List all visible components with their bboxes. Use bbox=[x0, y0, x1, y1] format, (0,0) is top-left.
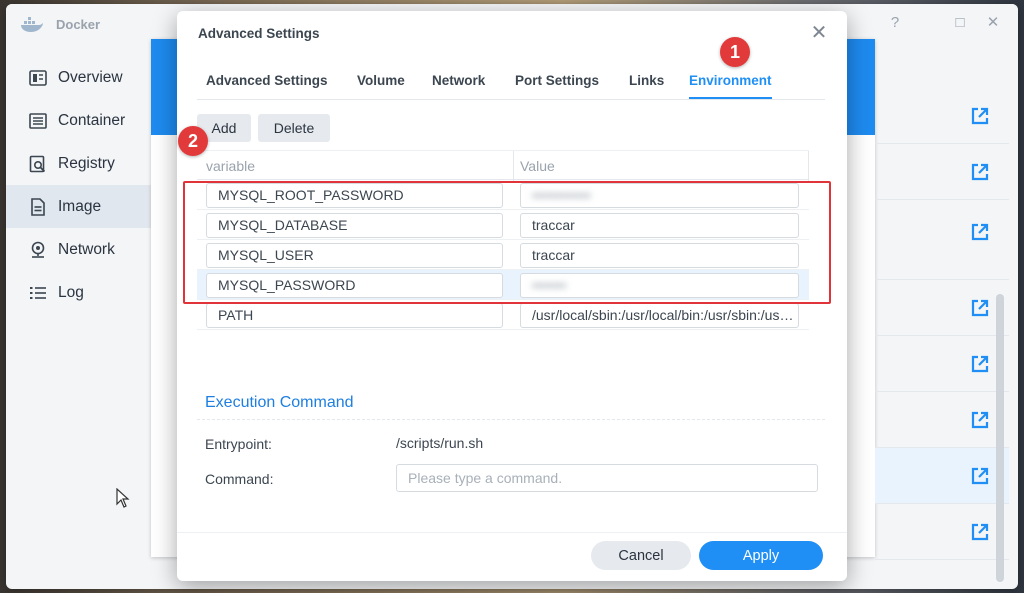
image-icon bbox=[28, 197, 48, 217]
sidebar-item-registry[interactable]: Registry bbox=[6, 142, 156, 185]
sidebar-item-label: Registry bbox=[58, 154, 115, 172]
help-icon[interactable]: ? bbox=[886, 14, 904, 32]
close-window-icon[interactable]: ✕ bbox=[984, 14, 1002, 32]
command-label: Command: bbox=[205, 471, 274, 487]
column-divider bbox=[513, 151, 514, 181]
step-badge-2: 2 bbox=[178, 126, 208, 156]
external-link-icon[interactable] bbox=[970, 106, 990, 126]
sidebar-item-label: Image bbox=[58, 197, 102, 215]
maximize-icon[interactable]: □ bbox=[951, 14, 969, 32]
apply-button[interactable]: Apply bbox=[699, 541, 823, 570]
column-divider bbox=[808, 151, 809, 181]
list-item[interactable] bbox=[875, 336, 1009, 392]
variable-field[interactable]: MYSQL_DATABASE bbox=[206, 213, 503, 238]
variable-field[interactable]: MYSQL_PASSWORD bbox=[206, 273, 503, 298]
app-title: Docker bbox=[56, 17, 101, 32]
background-scrollbar[interactable] bbox=[996, 294, 1004, 582]
value-field[interactable]: •••••••••••• bbox=[520, 183, 799, 208]
section-divider bbox=[197, 419, 825, 420]
table-row[interactable]: MYSQL_PASSWORD ••••••• bbox=[197, 270, 809, 300]
sidebar-item-image[interactable]: Image bbox=[6, 185, 156, 228]
command-input[interactable] bbox=[396, 464, 818, 492]
sidebar: Overview Container Registry Image Networ… bbox=[6, 56, 156, 314]
tab-network[interactable]: Network bbox=[432, 73, 485, 88]
blurred-value: ••••••• bbox=[532, 277, 567, 293]
list-item[interactable] bbox=[875, 448, 1009, 504]
environment-table: variable Value MYSQL_ROOT_PASSWORD •••••… bbox=[197, 150, 809, 330]
sidebar-item-label: Log bbox=[58, 283, 84, 301]
close-icon[interactable]: ✕ bbox=[809, 23, 829, 43]
external-link-icon[interactable] bbox=[970, 354, 990, 374]
network-icon bbox=[28, 240, 48, 260]
cancel-button[interactable]: Cancel bbox=[591, 541, 691, 570]
value-field[interactable]: /usr/local/sbin:/usr/local/bin:/usr/sbin… bbox=[520, 303, 799, 328]
tab-volume[interactable]: Volume bbox=[357, 73, 405, 88]
step-badge-1: 1 bbox=[720, 37, 750, 67]
tab-bar: Advanced Settings Volume Network Port Se… bbox=[197, 70, 825, 100]
footer-divider bbox=[177, 532, 847, 533]
value-field[interactable]: traccar bbox=[520, 213, 799, 238]
table-header: variable Value bbox=[197, 150, 809, 181]
variable-field[interactable]: PATH bbox=[206, 303, 503, 328]
variable-field[interactable]: MYSQL_USER bbox=[206, 243, 503, 268]
variable-field[interactable]: MYSQL_ROOT_PASSWORD bbox=[206, 183, 503, 208]
advanced-settings-dialog: Advanced Settings ✕ Advanced Settings Vo… bbox=[177, 11, 847, 581]
mouse-cursor-icon bbox=[116, 488, 130, 508]
sidebar-item-network[interactable]: Network bbox=[6, 228, 156, 271]
tab-port-settings[interactable]: Port Settings bbox=[515, 73, 599, 88]
overview-icon bbox=[28, 68, 48, 88]
delete-button[interactable]: Delete bbox=[258, 114, 330, 142]
sidebar-item-overview[interactable]: Overview bbox=[6, 56, 156, 99]
list-item[interactable] bbox=[875, 88, 1009, 144]
entrypoint-label: Entrypoint: bbox=[205, 436, 272, 452]
tab-advanced-settings[interactable]: Advanced Settings bbox=[206, 73, 328, 88]
external-link-icon[interactable] bbox=[970, 522, 990, 542]
external-link-icon[interactable] bbox=[970, 298, 990, 318]
docker-whale-icon bbox=[21, 17, 43, 32]
list-item[interactable] bbox=[875, 144, 1009, 200]
column-header-variable[interactable]: variable bbox=[206, 158, 255, 174]
list-item[interactable] bbox=[875, 200, 1009, 280]
list-item[interactable] bbox=[875, 392, 1009, 448]
execution-command-heading: Execution Command bbox=[205, 394, 354, 411]
external-link-icon[interactable] bbox=[970, 222, 990, 242]
registry-icon bbox=[28, 154, 48, 174]
sidebar-item-log[interactable]: Log bbox=[6, 271, 156, 314]
blurred-value: •••••••••••• bbox=[532, 187, 591, 203]
sidebar-item-container[interactable]: Container bbox=[6, 99, 156, 142]
external-link-icon[interactable] bbox=[970, 410, 990, 430]
table-row[interactable]: PATH /usr/local/sbin:/usr/local/bin:/usr… bbox=[197, 300, 809, 330]
value-field[interactable]: ••••••• bbox=[520, 273, 799, 298]
external-link-icon[interactable] bbox=[970, 466, 990, 486]
table-row[interactable]: MYSQL_DATABASE traccar bbox=[197, 210, 809, 240]
sidebar-item-label: Overview bbox=[58, 68, 123, 86]
table-row[interactable]: MYSQL_USER traccar bbox=[197, 240, 809, 270]
entrypoint-value: /scripts/run.sh bbox=[396, 435, 484, 451]
value-field[interactable]: traccar bbox=[520, 243, 799, 268]
list-item[interactable] bbox=[875, 504, 1009, 560]
column-header-value[interactable]: Value bbox=[520, 158, 555, 174]
dialog-title: Advanced Settings bbox=[198, 26, 320, 41]
sidebar-item-label: Container bbox=[58, 111, 126, 129]
tab-links[interactable]: Links bbox=[629, 73, 664, 88]
container-icon bbox=[28, 111, 48, 131]
table-row[interactable]: MYSQL_ROOT_PASSWORD •••••••••••• bbox=[197, 180, 809, 210]
list-item[interactable] bbox=[875, 280, 1009, 336]
sidebar-item-label: Network bbox=[58, 240, 115, 258]
log-icon bbox=[28, 283, 48, 303]
external-link-icon[interactable] bbox=[970, 162, 990, 182]
tab-environment[interactable]: Environment bbox=[689, 73, 772, 99]
